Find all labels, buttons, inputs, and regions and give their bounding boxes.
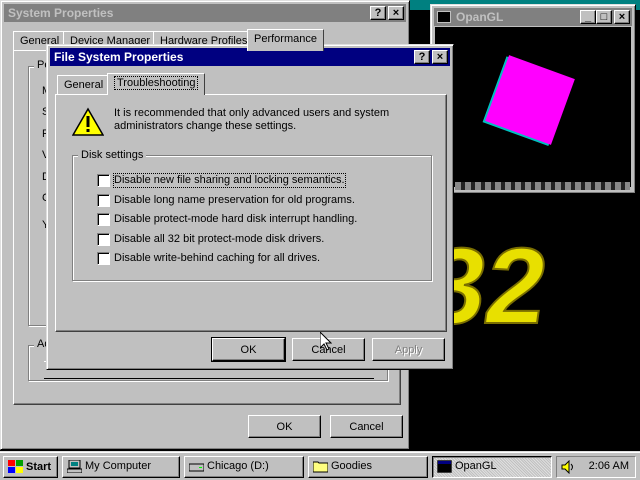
drive-icon xyxy=(189,463,204,472)
start-button[interactable]: Start xyxy=(3,456,58,478)
taskbar-item-label: OpanGL xyxy=(455,460,497,472)
system-properties-title: System Properties xyxy=(8,6,114,20)
dialog-title: File System Properties xyxy=(54,50,184,64)
windows-logo-icon xyxy=(8,460,23,473)
warning-icon xyxy=(72,107,104,136)
maximize-icon: □ xyxy=(600,10,608,23)
help-button[interactable]: ? xyxy=(370,6,386,20)
warning-text: It is recommended that only advanced use… xyxy=(114,107,390,132)
checkbox[interactable] xyxy=(97,194,110,207)
taskbar-item-opangl[interactable]: OpanGL xyxy=(432,456,552,478)
minimize-button[interactable]: _ xyxy=(580,10,596,24)
opengl-window-icon xyxy=(437,11,451,23)
option-protect-mode-interrupt[interactable]: Disable protect-mode hard disk interrupt… xyxy=(97,213,387,229)
opengl-window: OpanGL _ □ × xyxy=(430,4,636,194)
taskbar-item-my-computer[interactable]: My Computer xyxy=(62,456,180,478)
cancel-button[interactable]: Cancel xyxy=(330,415,403,438)
close-button[interactable]: × xyxy=(614,10,630,24)
tab-general[interactable]: General xyxy=(57,75,111,95)
svg-text:32: 32 xyxy=(440,225,550,335)
tab-label: General xyxy=(64,79,104,91)
tab-performance[interactable]: Performance xyxy=(247,29,324,51)
taskbar-item-label: Goodies xyxy=(331,460,372,472)
tab-label: Troubleshooting xyxy=(114,76,199,90)
close-icon: × xyxy=(392,6,400,19)
opengl-title: OpanGL xyxy=(456,10,504,24)
tab-troubleshooting[interactable]: Troubleshooting xyxy=(107,73,206,95)
system-tray: 2:06 AM xyxy=(556,456,636,478)
opengl-canvas[interactable] xyxy=(435,27,631,187)
rotating-cube xyxy=(485,55,575,145)
start-label: Start xyxy=(26,460,52,473)
disk-settings-label: Disk settings xyxy=(78,149,147,161)
ok-button[interactable]: OK xyxy=(248,415,321,438)
help-button[interactable]: ? xyxy=(414,50,430,64)
ok-label: OK xyxy=(240,343,257,356)
taskbar-item-label: My Computer xyxy=(85,460,152,472)
checkbox-label[interactable]: Disable long name preservation for old p… xyxy=(114,194,355,207)
tab-label: Performance xyxy=(254,33,317,45)
mouse-cursor xyxy=(320,332,332,351)
taskbar-item-goodies[interactable]: Goodies xyxy=(308,456,428,478)
taskbar-item-label: Chicago (D:) xyxy=(207,460,269,472)
taskbar-item-chicago-drive[interactable]: Chicago (D:) xyxy=(184,456,304,478)
ok-button[interactable]: OK xyxy=(211,337,286,362)
opengl-render-area xyxy=(455,182,630,190)
window-icon xyxy=(437,460,452,473)
checkbox[interactable] xyxy=(97,174,110,187)
checkbox-label[interactable]: Disable protect-mode hard disk interrupt… xyxy=(114,213,357,226)
close-icon: × xyxy=(618,10,626,23)
apply-button[interactable]: Apply xyxy=(372,338,445,361)
close-button[interactable]: × xyxy=(388,6,404,20)
cancel-label: Cancel xyxy=(349,420,384,433)
close-icon: × xyxy=(436,50,444,63)
clock[interactable]: 2:06 AM xyxy=(589,460,629,472)
system-properties-titlebar[interactable]: System Properties ? × xyxy=(4,4,406,22)
checkbox[interactable] xyxy=(97,233,110,246)
checkbox[interactable] xyxy=(97,252,110,265)
checkbox-label[interactable]: Disable write-behind caching for all dri… xyxy=(114,252,320,265)
folder-icon xyxy=(313,461,328,473)
computer-icon xyxy=(67,460,82,473)
apply-label: Apply xyxy=(394,343,423,356)
maximize-button[interactable]: □ xyxy=(596,10,612,24)
opengl-3d-text: 32 xyxy=(440,225,550,335)
option-long-name-preservation[interactable]: Disable long name preservation for old p… xyxy=(97,194,387,210)
checkbox-label[interactable]: Disable all 32 bit protect-mode disk dri… xyxy=(114,233,324,246)
minimize-icon: _ xyxy=(584,10,592,23)
checkbox[interactable] xyxy=(97,213,110,226)
ok-label: OK xyxy=(276,420,293,433)
taskbar: Start My Computer Chicago (D:) Goodies O… xyxy=(0,451,640,480)
help-icon: ? xyxy=(418,50,426,63)
option-new-file-sharing[interactable]: Disable new file sharing and locking sem… xyxy=(97,173,387,190)
opengl-titlebar[interactable]: OpanGL _ □ × xyxy=(434,8,632,26)
close-button[interactable]: × xyxy=(432,50,448,64)
help-icon: ? xyxy=(374,6,382,19)
speaker-icon[interactable] xyxy=(561,460,577,474)
checkbox-label[interactable]: Disable new file sharing and locking sem… xyxy=(113,173,346,188)
file-system-properties-dialog: File System Properties ? × General Troub… xyxy=(46,44,454,370)
option-write-behind-caching[interactable]: Disable write-behind caching for all dri… xyxy=(97,252,387,268)
option-32bit-disk-drivers[interactable]: Disable all 32 bit protect-mode disk dri… xyxy=(97,233,387,249)
